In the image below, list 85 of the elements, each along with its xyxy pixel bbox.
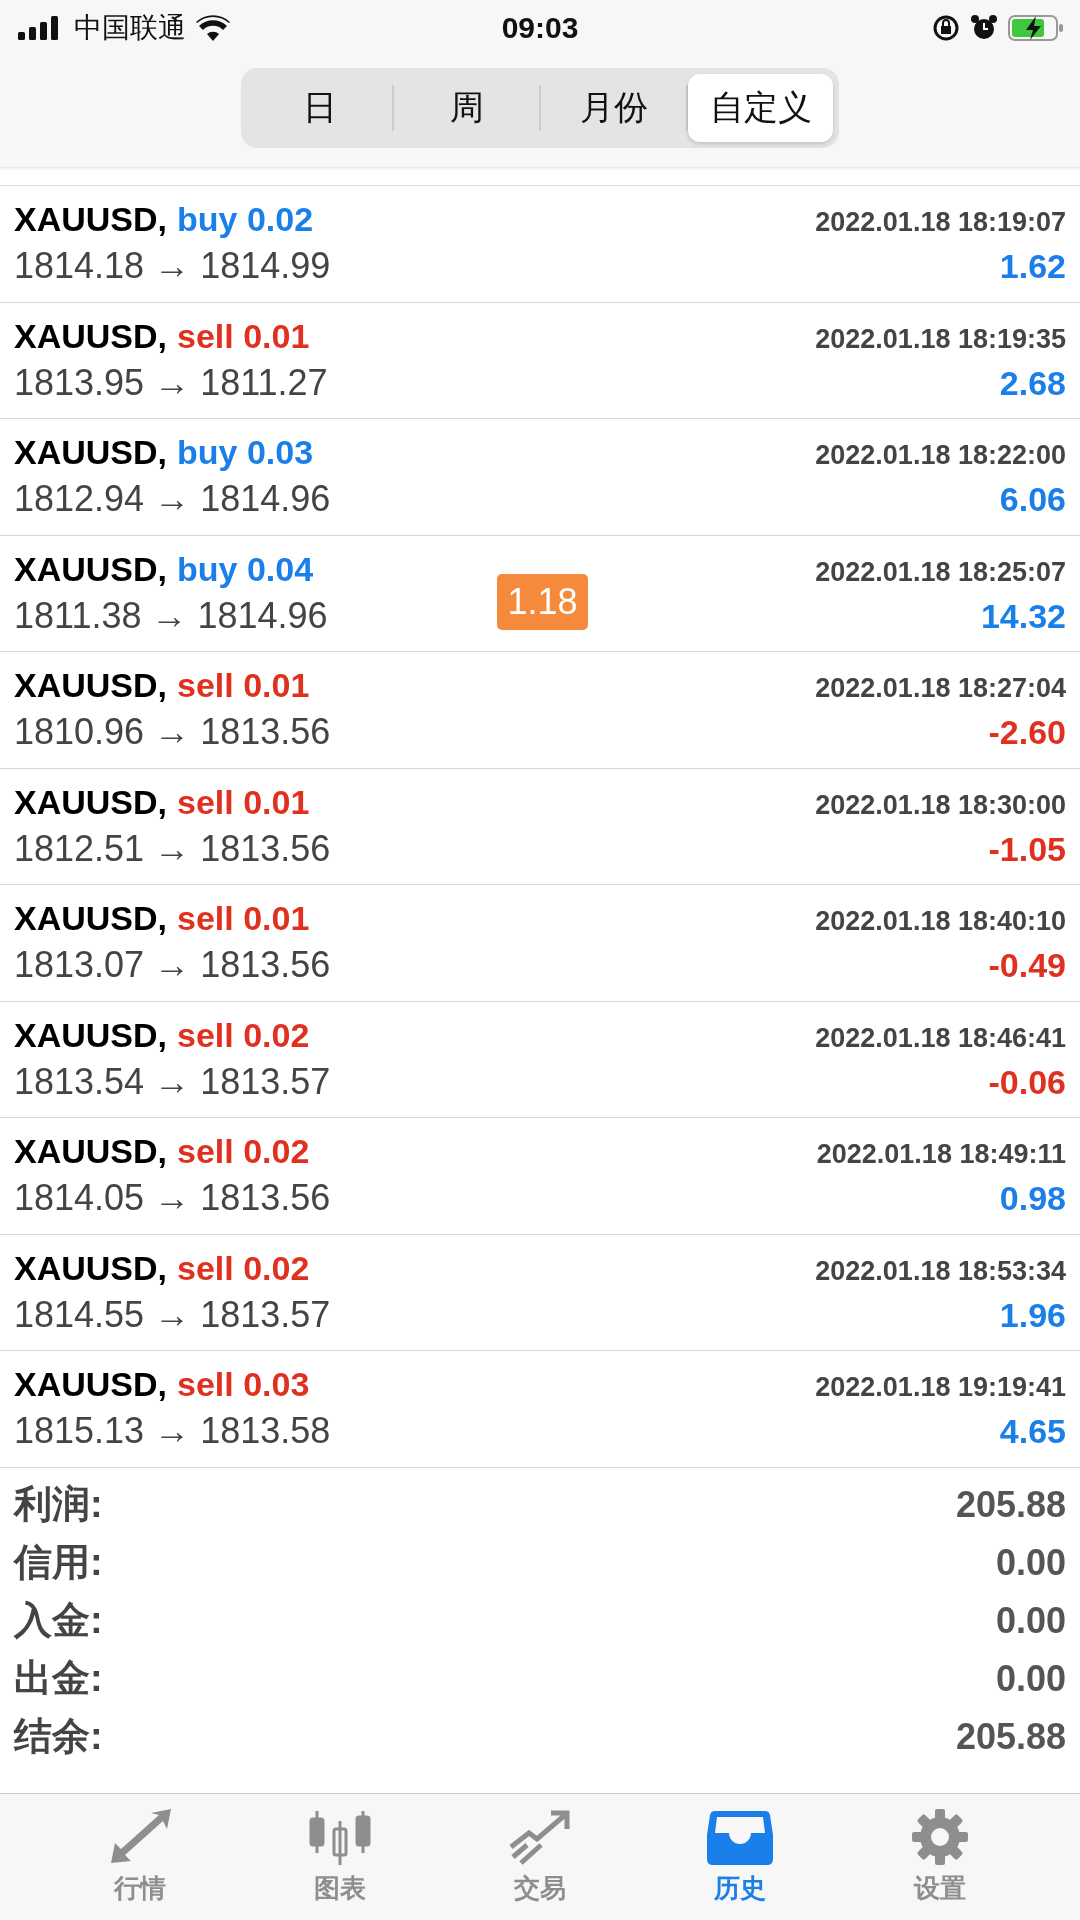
period-tab[interactable]: 月份 [541,74,686,142]
price-range: 1814.05 → 1813.56 [14,1177,331,1220]
rotation-lock-icon [932,14,960,42]
order-volume: sell 0.01 [177,899,310,939]
summary-value: 0.00 [995,1657,1066,1700]
period-tab[interactable]: 日 [247,74,392,142]
nav-tab[interactable]: 历史 [665,1794,815,1920]
symbol-label: XAUUSD, [14,200,168,240]
deal-time: 2022.01.18 18:19:35 [815,323,1066,355]
deal-time: 2022.01.18 18:53:34 [815,1255,1066,1287]
profit-value: 1.62 [999,247,1066,287]
candlestick-icon [307,1808,373,1865]
period-tab[interactable]: 周 [394,74,539,142]
value-badge: 1.18 [497,574,588,630]
summary-value: 0.00 [995,1599,1066,1642]
deal-time: 2022.01.18 19:19:41 [815,1372,1066,1404]
profit-value: -0.06 [988,1062,1066,1102]
order-volume: sell 0.03 [177,1365,310,1405]
summary-label: 利润: [14,1482,103,1527]
nav-tab[interactable]: 行情 [65,1794,215,1920]
alarm-icon [970,14,998,42]
price-range: 1814.18 → 1814.99 [14,245,331,288]
carrier-name: 中国联通 [74,11,186,45]
trend-icon [507,1808,573,1865]
inbox-icon [707,1808,773,1865]
price-range: 1810.96 → 1813.56 [14,711,331,754]
price-range: 1812.94 → 1814.96 [14,478,331,521]
order-volume: buy 0.04 [177,549,314,589]
deal-time: 2022.01.18 18:46:41 [815,1022,1066,1054]
summary-label: 出金: [14,1656,103,1701]
symbol-label: XAUUSD, [14,433,168,473]
deal-time: 2022.01.18 18:25:07 [815,556,1066,588]
symbol-label: XAUUSD, [14,1248,168,1288]
symbol-label: XAUUSD, [14,782,168,822]
nav-tab[interactable]: 图表 [265,1794,415,1920]
profit-value: 2.68 [999,363,1066,403]
deal-time: 2022.01.18 18:49:11 [816,1139,1066,1171]
symbol-label: XAUUSD, [14,549,168,589]
wifi-icon [196,15,230,41]
summary-value: 0.00 [995,1541,1066,1584]
order-volume: sell 0.02 [177,1248,310,1288]
symbol-label: XAUUSD, [14,1132,168,1172]
price-range: 1813.07 → 1813.56 [14,944,331,987]
order-volume: sell 0.02 [177,1015,310,1055]
symbol-label: XAUUSD, [14,899,168,939]
price-range: 1812.51 → 1813.56 [14,827,331,870]
summary-value: 205.88 [955,1715,1066,1758]
order-volume: buy 0.02 [177,200,314,240]
nav-tab[interactable]: 交易 [465,1794,615,1920]
profit-value: 0.98 [999,1179,1066,1219]
profit-value: -2.60 [988,713,1066,753]
battery-icon [1008,14,1064,42]
deal-time: 2022.01.18 18:22:00 [815,440,1066,472]
order-volume: buy 0.03 [177,433,314,473]
order-volume: sell 0.01 [177,316,310,356]
deal-time: 2022.01.18 18:30:00 [815,789,1066,821]
profit-value: 1.96 [999,1295,1066,1335]
price-range: 1814.55 → 1813.57 [14,1293,331,1336]
order-volume: sell 0.01 [177,782,310,822]
order-volume: sell 0.01 [177,666,310,706]
profit-value: -0.49 [988,946,1066,986]
deal-time: 2022.01.18 18:19:07 [815,207,1066,239]
period-tab[interactable]: 自定义 [688,74,833,142]
deal-time: 2022.01.18 18:27:04 [815,673,1066,705]
clock-time: 09:03 [501,11,579,45]
summary-value: 205.88 [955,1483,1066,1526]
settings-icon [912,1808,968,1865]
symbol-label: XAUUSD, [14,316,168,356]
profit-value: -1.05 [988,829,1066,869]
profit-value: 6.06 [999,480,1066,520]
price-range: 1811.38 → 1814.96 [14,594,328,637]
symbol-label: XAUUSD, [14,1015,168,1055]
nav-tab[interactable]: 设置 [865,1794,1015,1920]
profit-value: 14.32 [980,596,1066,636]
order-volume: sell 0.02 [177,1132,310,1172]
profit-value: 4.65 [999,1412,1066,1452]
symbol-label: XAUUSD, [14,1365,168,1405]
summary-label: 结余: [14,1714,103,1759]
price-range: 1813.54 → 1813.57 [14,1060,331,1103]
symbol-label: XAUUSD, [14,666,168,706]
price-range: 1813.95 → 1811.27 [14,361,328,404]
deal-time: 2022.01.18 18:40:10 [815,906,1066,938]
price-range: 1815.13 → 1813.58 [14,1410,331,1453]
summary-label: 信用: [14,1540,103,1585]
summary-label: 入金: [14,1598,103,1643]
